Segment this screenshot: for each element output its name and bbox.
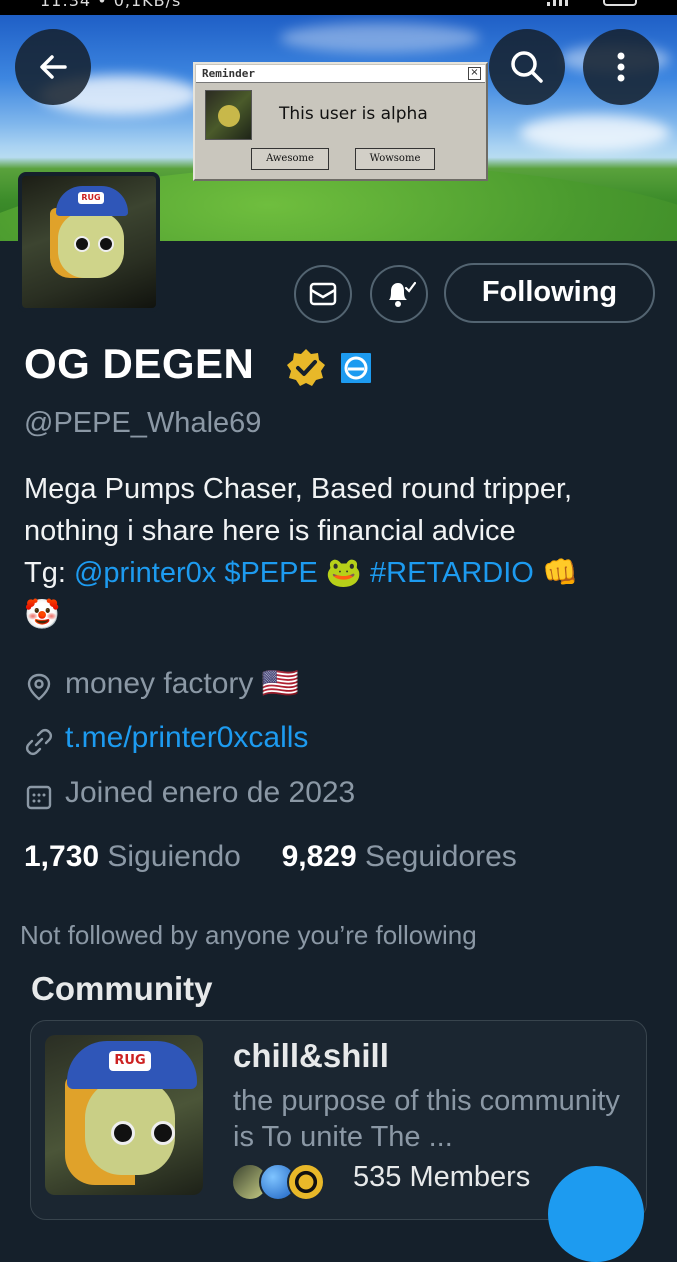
verified-badge-icon[interactable]	[285, 347, 327, 389]
notifications-button[interactable]	[370, 265, 428, 323]
member-avatar	[287, 1163, 325, 1201]
profile-avatar[interactable]: RUG	[18, 172, 160, 312]
more-options-button[interactable]	[583, 29, 659, 105]
search-icon	[511, 51, 543, 83]
following-stat[interactable]: 1,730 Siguiendo	[24, 840, 241, 873]
followers-stat[interactable]: 9,829 Seguidores	[282, 840, 517, 873]
close-icon: ×	[468, 67, 481, 80]
status-icons	[547, 0, 637, 8]
message-button[interactable]	[294, 265, 352, 323]
calendar-icon	[26, 785, 52, 810]
community-heading: Community	[31, 970, 213, 1007]
arrow-left-icon	[40, 55, 67, 79]
location-pin-icon	[27, 673, 51, 701]
reminder-dialog: Reminder × This user is alpha Awesome Wo…	[193, 62, 488, 181]
bio-line-3: Tg: @printer0x $PEPE 🐸 #RETARDIO 👊	[24, 552, 664, 594]
website-link[interactable]: t.me/printer0xcalls	[65, 721, 308, 755]
affiliate-badge-icon[interactable]	[339, 351, 373, 385]
following-label: Siguiendo	[107, 840, 241, 873]
community-name: chill&shill	[233, 1037, 389, 1074]
not-followed-text: Not followed by anyone you’re following	[20, 920, 477, 950]
community-image: RUG	[45, 1035, 203, 1195]
reminder-image	[205, 90, 252, 140]
bio-line-4: 🤡	[24, 594, 664, 636]
bio-mention-link[interactable]: @printer0x	[74, 557, 216, 589]
profile-name-text: OG DEGEN	[24, 340, 255, 387]
community-members-count: 535 Members	[353, 1161, 531, 1193]
bio-prefix: Tg:	[24, 557, 74, 589]
bio-line-1: Mega Pumps Chaser, Based round tripper,	[24, 473, 573, 505]
battery-icon	[603, 0, 637, 6]
profile-bio: Mega Pumps Chaser, Based round tripper, …	[24, 468, 664, 636]
reminder-wowsome-button: Wowsome	[355, 148, 435, 170]
reminder-message: This user is alpha	[279, 104, 428, 124]
search-button[interactable]	[489, 29, 565, 105]
bell-check-icon	[389, 281, 416, 307]
more-vertical-icon	[617, 52, 625, 82]
followers-count: 9,829	[281, 840, 357, 873]
link-icon	[25, 728, 53, 756]
frog-emoji-icon: 🐸	[325, 557, 362, 589]
bio-line-2: nothing i share here is financial advice	[24, 515, 516, 547]
status-bar: 11:34 • 0,1KB/s	[0, 0, 677, 15]
location-text: money factory 🇺🇸	[65, 667, 300, 700]
reminder-titlebar: Reminder ×	[196, 65, 485, 83]
bio-cashtag-link[interactable]: $PEPE	[224, 557, 318, 589]
profile-handle: @PEPE_Whale69	[24, 407, 262, 439]
clown-emoji-icon: 🤡	[24, 599, 61, 631]
reminder-awesome-button: Awesome	[251, 148, 329, 170]
compose-fab-button[interactable]	[548, 1166, 644, 1262]
community-description: the purpose of this community is To unit…	[233, 1085, 620, 1153]
following-button[interactable]: Following	[444, 263, 655, 323]
envelope-icon	[309, 282, 337, 306]
joined-text: Joined enero de 2023	[65, 776, 356, 809]
followers-label: Seguidores	[364, 840, 517, 873]
fist-emoji-icon: 👊	[541, 557, 579, 589]
back-button[interactable]	[15, 29, 91, 105]
profile-stats: 1,730 Siguiendo 9,829 Seguidores	[24, 840, 517, 874]
reminder-title: Reminder	[202, 67, 255, 80]
profile-name: OG DEGEN	[24, 340, 254, 388]
bio-hashtag-link[interactable]: #RETARDIO	[370, 557, 534, 589]
following-count: 1,730	[24, 840, 100, 873]
status-time: 11:34 • 0,1KB/s	[40, 0, 182, 10]
